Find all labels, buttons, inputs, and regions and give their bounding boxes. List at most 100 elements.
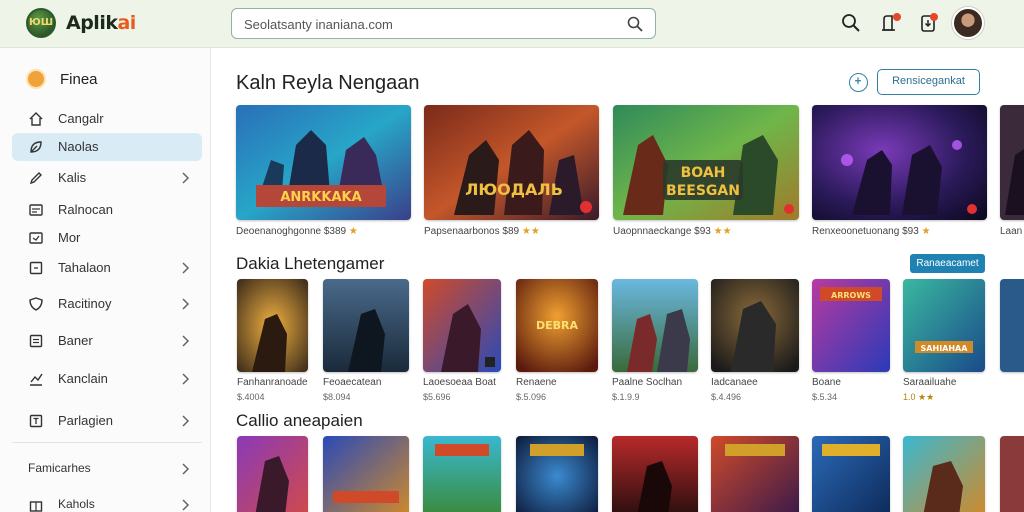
- gift-icon: [29, 501, 43, 512]
- chevron-right-icon: [182, 373, 190, 385]
- game-art-image: [812, 436, 890, 512]
- chart-icon: [30, 373, 43, 386]
- chevron-right-icon: [182, 298, 190, 310]
- game-tile[interactable]: [323, 436, 409, 512]
- sidebar-item-naolas[interactable]: Naolas: [12, 133, 202, 161]
- game-title: Renaene: [516, 377, 557, 388]
- main-content: Kaln Reyla Nengaan Rensicegankat ANRKKAK…: [212, 48, 1024, 512]
- sidebar-item-racitinoy[interactable]: Racitinoy: [12, 290, 202, 318]
- game-tile[interactable]: [711, 279, 799, 372]
- game-art-image: [711, 436, 799, 512]
- featured-caption: Renxeoonetuonang $93 ★: [812, 226, 931, 237]
- game-tile[interactable]: [516, 436, 598, 512]
- sidebar-item-label: Kanclain: [58, 371, 108, 386]
- sidebar-header-label: Finea: [60, 71, 98, 88]
- featured-card[interactable]: BOAH BEESGAN: [613, 105, 799, 220]
- game-art-image: [423, 279, 501, 372]
- game-tile[interactable]: [711, 436, 799, 512]
- search-input[interactable]: [244, 15, 624, 33]
- game-tile[interactable]: [612, 436, 698, 512]
- svg-text:SAHIAHAA: SAHIAHAA: [921, 344, 969, 353]
- sidebar-item-mor[interactable]: Mor: [12, 224, 202, 252]
- logo-badge-text: ЮШ: [28, 17, 54, 28]
- game-tile[interactable]: [903, 436, 985, 512]
- game-price: $.4.496: [711, 392, 742, 402]
- game-art-image: [1000, 436, 1024, 512]
- sidebar-item-label: Kalis: [58, 170, 87, 185]
- sidebar-item-label: Cangalr: [58, 111, 104, 126]
- card-icon: [29, 204, 43, 216]
- download-dot: [930, 13, 938, 21]
- game-art-image: [1000, 105, 1024, 220]
- game-title: Feoaecatean: [323, 377, 382, 388]
- sidebar-item-cangalr[interactable]: Cangalr: [12, 105, 202, 133]
- user-avatar[interactable]: [952, 7, 984, 39]
- leaf-icon: [30, 141, 42, 153]
- sidebar-item-famicarhes[interactable]: Famicarhes: [12, 455, 202, 483]
- see-all-featured-button[interactable]: Rensicegankat: [877, 69, 980, 95]
- sidebar-item-label: Ralnocan: [58, 202, 113, 217]
- game-tile[interactable]: [423, 279, 501, 372]
- featured-caption: Deoenanoghgonne $389 ★: [236, 226, 358, 237]
- game-art-image: [323, 279, 409, 372]
- game-tile[interactable]: [237, 279, 308, 372]
- game-art-image: ARROWS: [812, 279, 890, 372]
- sidebar-item-label: Baner: [58, 333, 93, 348]
- featured-caption: Uaopnnaeckange $93 ★★: [613, 226, 732, 237]
- game-art-image: [237, 436, 308, 512]
- info-icon[interactable]: [849, 73, 868, 92]
- game-art-image: [516, 436, 598, 512]
- featured-card[interactable]: ANRKKAKA: [236, 105, 411, 220]
- game-art-image: [1000, 279, 1024, 372]
- game-title: Paalne Soclhan: [612, 377, 683, 388]
- game-art-image: [612, 279, 698, 372]
- game-tile[interactable]: ARROWS: [812, 279, 890, 372]
- game-art-image: ANRKKAKA: [236, 105, 411, 220]
- search-icon[interactable]: [841, 13, 861, 33]
- sidebar-item-label: Kahols: [58, 497, 95, 511]
- game-tile[interactable]: [1000, 436, 1024, 512]
- game-tile[interactable]: [812, 436, 890, 512]
- game-art-image: ЛЮОДАЛЬ: [424, 105, 599, 220]
- featured-card[interactable]: [1000, 105, 1024, 220]
- game-tile[interactable]: [237, 436, 308, 512]
- sidebar-item-label: Tahalaon: [58, 260, 111, 275]
- game-tile[interactable]: [423, 436, 501, 512]
- sidebar-item-kanclain[interactable]: Kanclain: [12, 365, 202, 393]
- game-tile[interactable]: [612, 279, 698, 372]
- sidebar: Finea Cangalr Naolas Kalis Ralnocan Mor …: [0, 48, 211, 512]
- shield-icon: [29, 297, 43, 311]
- sidebar-item-baner[interactable]: Baner: [12, 327, 202, 355]
- game-art-image: [903, 436, 985, 512]
- sidebar-item-parlagien[interactable]: Parlagien: [12, 407, 202, 435]
- recent-section-title: Callio aneapaien: [236, 411, 363, 430]
- sidebar-item-kahols[interactable]: Kahols: [12, 491, 202, 512]
- sidebar-item-label: Naolas: [58, 139, 99, 154]
- search-icon[interactable]: [627, 16, 643, 32]
- sidebar-item-kalis[interactable]: Kalis: [12, 164, 202, 192]
- game-price: $5.696: [423, 392, 451, 402]
- home-icon: [29, 112, 43, 126]
- square-t-icon: [29, 414, 43, 428]
- game-tile[interactable]: SAHIAHAA: [903, 279, 985, 372]
- game-tile[interactable]: DEBRA: [516, 279, 598, 372]
- game-tile[interactable]: [323, 279, 409, 372]
- coin-icon: [26, 69, 46, 89]
- see-all-popular-button[interactable]: Ranaeacamet: [910, 254, 985, 273]
- game-tile[interactable]: [1000, 279, 1024, 372]
- game-art-image: [237, 279, 308, 372]
- app-logo[interactable]: ЮШ: [26, 8, 56, 38]
- chevron-right-icon: [182, 415, 190, 427]
- featured-card[interactable]: ЛЮОДАЛЬ: [424, 105, 599, 220]
- featured-card[interactable]: [812, 105, 987, 220]
- game-art-image: [423, 436, 501, 512]
- sidebar-item-tahalaon[interactable]: Tahalaon: [12, 254, 202, 282]
- svg-text:BEESGAN: BEESGAN: [666, 183, 740, 199]
- game-title: Boane: [812, 377, 841, 388]
- app-name[interactable]: Aplikai: [66, 12, 136, 34]
- sidebar-divider: [12, 442, 202, 443]
- sidebar-item-ralnocan[interactable]: Ralnocan: [12, 196, 202, 224]
- app-name-accent: ai: [117, 12, 136, 34]
- top-bar: ЮШ Aplikai: [0, 0, 1024, 48]
- search-bar[interactable]: [231, 8, 656, 39]
